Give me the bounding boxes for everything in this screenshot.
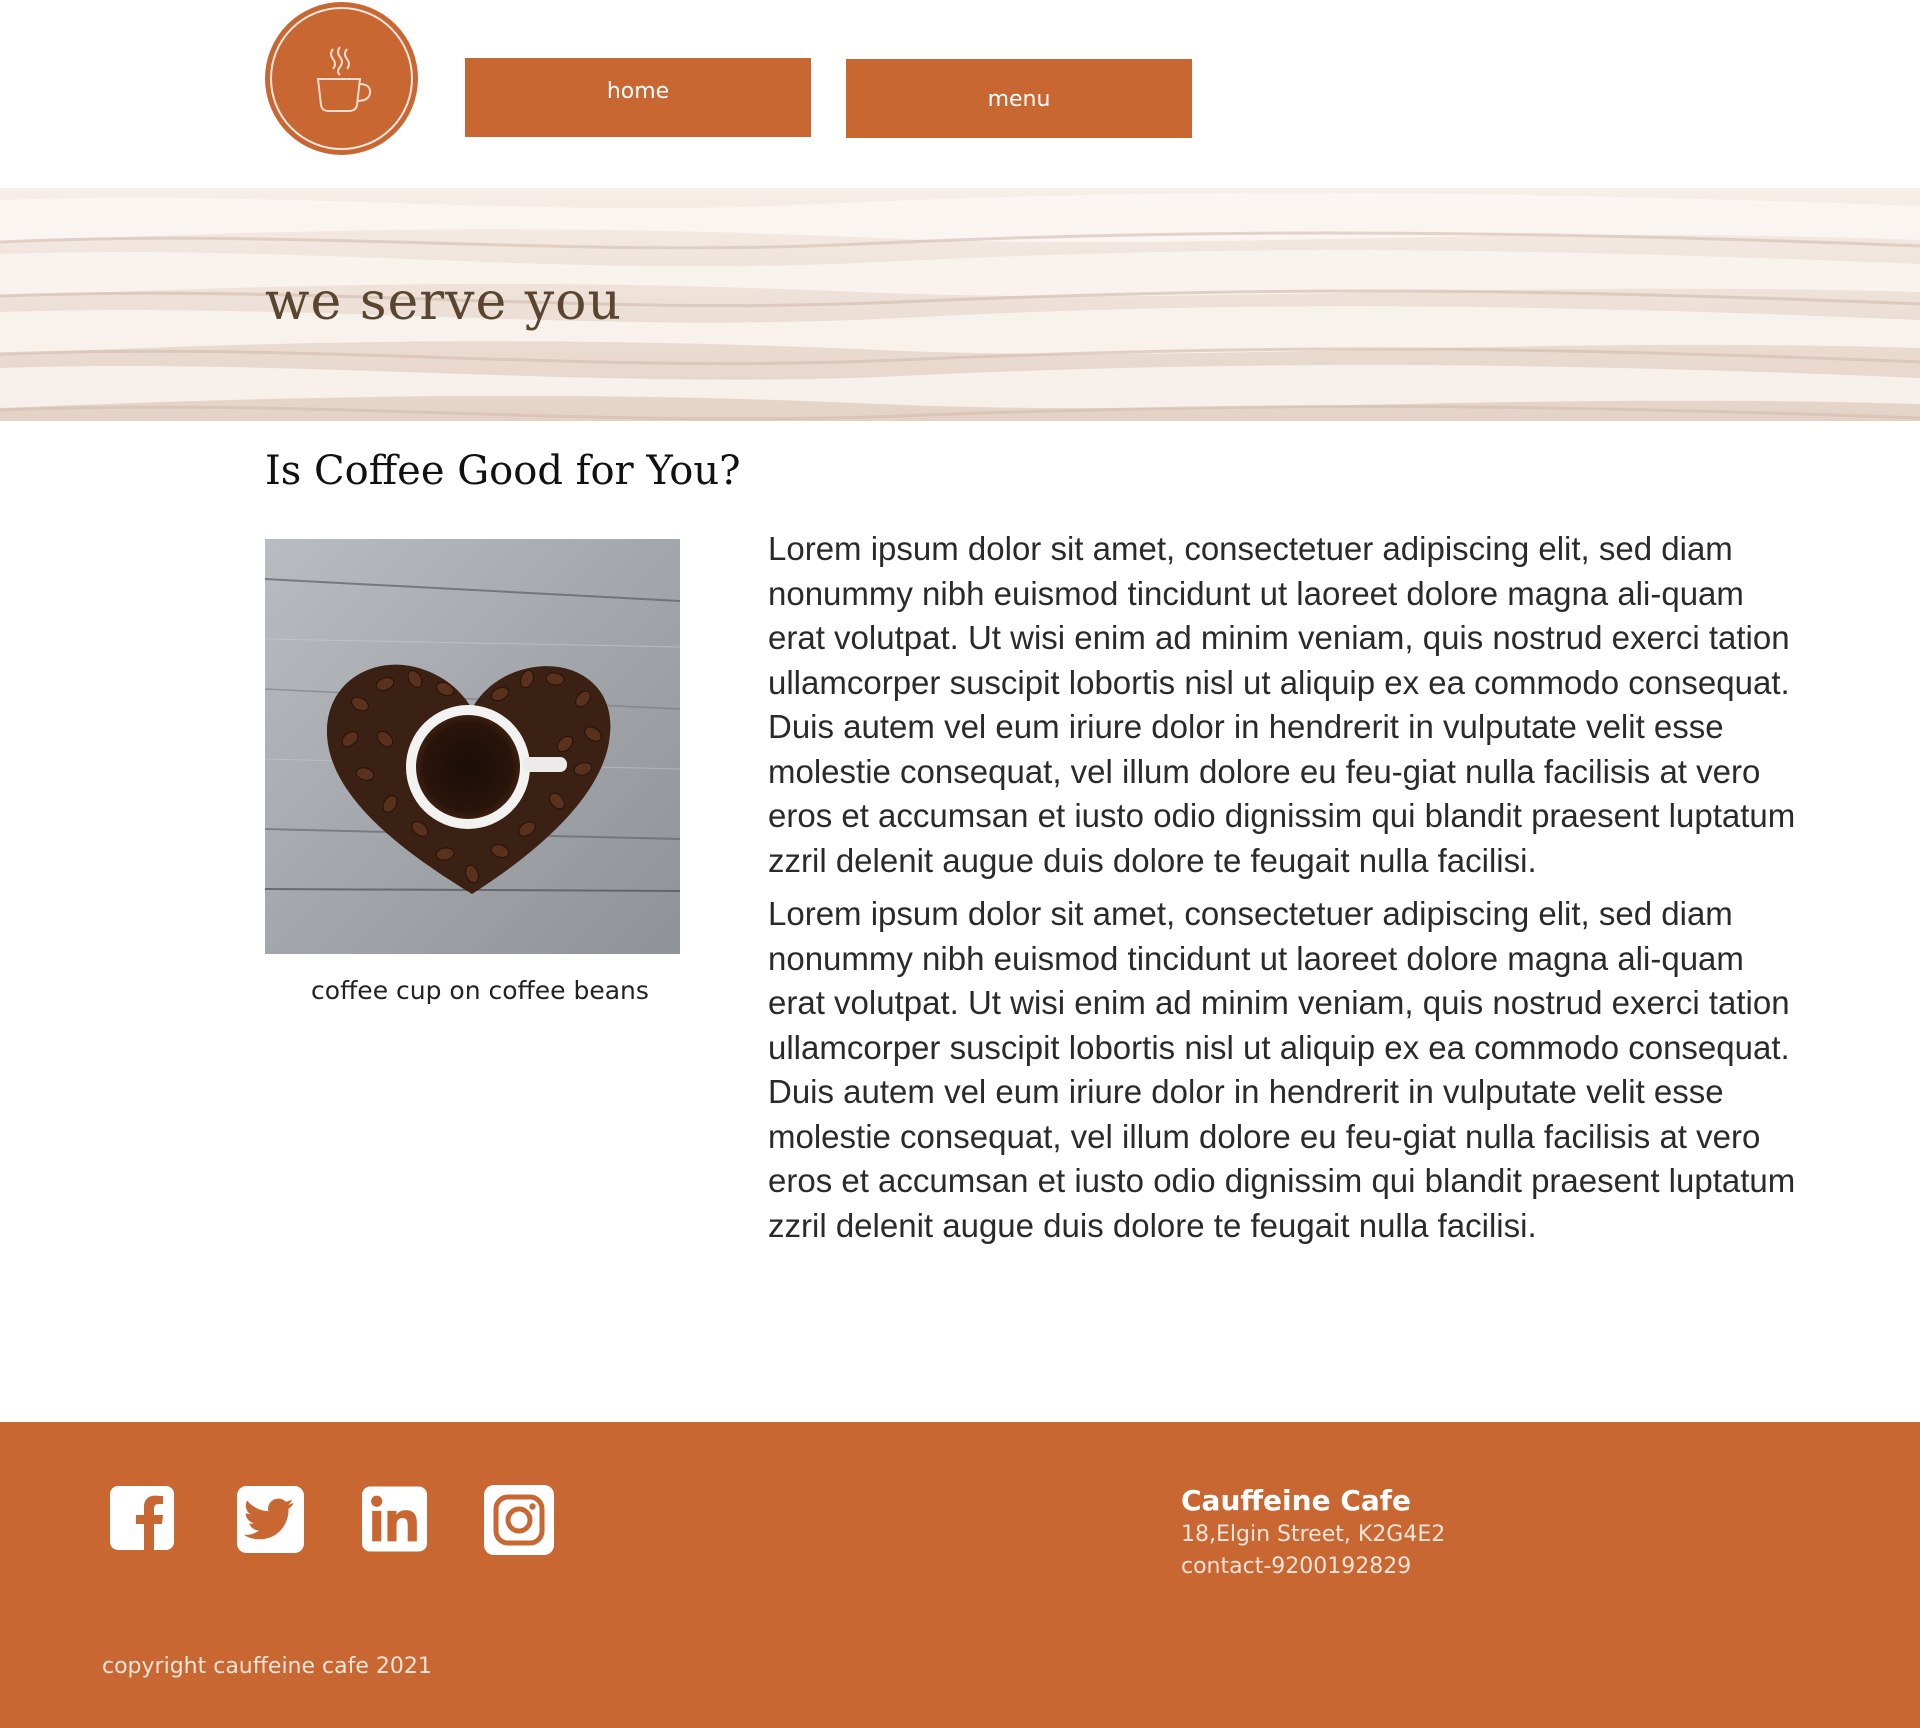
article-paragraph: Lorem ipsum dolor sit amet, consectetuer…: [768, 530, 1796, 879]
article-paragraph: Lorem ipsum dolor sit amet, consectetuer…: [768, 895, 1796, 1244]
footer-copyright: copyright cauffeine cafe 2021: [102, 1654, 432, 1679]
coffee-beans-heart-image: [265, 539, 680, 954]
image-caption: coffee cup on coffee beans: [311, 976, 649, 1005]
footer-address: 18,Elgin Street, K2G4E2: [1181, 1522, 1446, 1547]
instagram-icon[interactable]: [484, 1485, 554, 1555]
nav-home-button[interactable]: home: [465, 58, 811, 137]
site-header: home menu: [0, 0, 1920, 188]
twitter-icon[interactable]: [237, 1486, 304, 1553]
article-body: Lorem ipsum dolor sit amet, consectetuer…: [768, 527, 1798, 1257]
article-figure: coffee cup on coffee beans: [265, 539, 680, 1005]
linkedin-icon[interactable]: [362, 1486, 427, 1552]
coffee-heart-photo: [265, 539, 680, 954]
site-footer: Cauffeine Cafe 18,Elgin Street, K2G4E2 c…: [0, 1422, 1920, 1728]
coffee-cup-icon: [316, 45, 371, 112]
article-title: Is Coffee Good for You?: [265, 448, 741, 494]
site-logo[interactable]: [265, 2, 418, 155]
footer-cafe-name: Cauffeine Cafe: [1181, 1484, 1411, 1517]
hero-banner: we serve you: [0, 188, 1920, 421]
footer-contact: contact-9200192829: [1181, 1554, 1412, 1579]
hero-title: we serve you: [265, 272, 622, 332]
facebook-icon[interactable]: [110, 1486, 174, 1550]
nav-menu-button[interactable]: menu: [846, 59, 1192, 138]
